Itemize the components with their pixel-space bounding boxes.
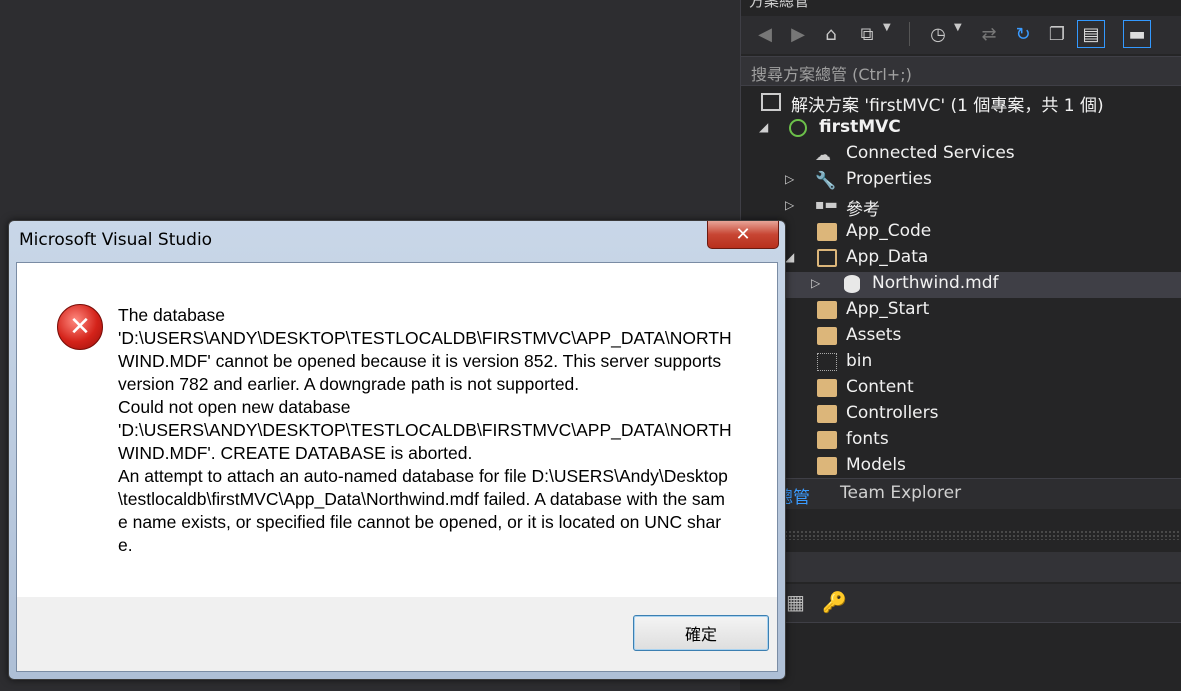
solution-explorer-toolbar: ◀ ▶ ⌂ ⧉ ▼ ◷ ▼ ⇄ ↻ ❐ ▤ ▬ (741, 16, 1181, 54)
folder-icon (817, 223, 837, 241)
sync-icon[interactable]: ⇄ (975, 20, 1003, 48)
chevron-down-icon[interactable]: ▼ (883, 22, 891, 33)
dialog-title: Microsoft Visual Studio (19, 230, 213, 250)
tree-item-references[interactable]: ▷ ▪▬ 參考 (741, 194, 1181, 220)
properties-grid (740, 622, 1181, 691)
folder-icon (817, 301, 837, 319)
pending-changes-filter-icon[interactable]: ◷ (924, 20, 952, 48)
tree-item-northwind-mdf[interactable]: ▷ Northwind.mdf (741, 272, 1181, 298)
forward-icon[interactable]: ▶ (784, 20, 812, 48)
dialog-content: ✕ The database 'D:\USERS\ANDY\DESKTOP\TE… (16, 262, 778, 672)
tree-item-content[interactable]: Content (741, 376, 1181, 402)
folder-icon (817, 379, 837, 397)
close-button[interactable]: ✕ (707, 221, 779, 249)
error-dialog: Microsoft Visual Studio ✕ ✕ The database… (8, 220, 786, 680)
folder-icon (817, 431, 837, 449)
tree-item-solution[interactable]: 解決方案 'firstMVC' (1 個專案，共 1 個) (741, 90, 1181, 116)
properties-header (740, 552, 1181, 582)
chevron-down-icon[interactable]: ▼ (954, 22, 962, 33)
search-input[interactable]: 搜尋方案總管 (Ctrl+;) (751, 61, 912, 85)
tree-item-app-code[interactable]: App_Code (741, 220, 1181, 246)
show-all-files-icon[interactable]: ▤ (1077, 20, 1105, 48)
collapsed-arrow-icon[interactable]: ▷ (811, 276, 820, 290)
tree-item-assets[interactable]: Assets (741, 324, 1181, 350)
properties-icon[interactable]: ▬ (1123, 20, 1151, 48)
tree-item-project[interactable]: ◢ firstMVC (741, 116, 1181, 142)
property-pages-icon[interactable]: ▦ (786, 590, 805, 614)
ok-button[interactable]: 確定 (633, 615, 769, 651)
pane-title: 方案總管 (749, 0, 810, 10)
tree-item-models[interactable]: Models (741, 454, 1181, 480)
expanded-arrow-icon[interactable]: ◢ (785, 250, 794, 264)
collapsed-arrow-icon[interactable]: ▷ (785, 198, 794, 212)
database-icon (844, 275, 860, 293)
wrench-icon: 🔧 (815, 171, 837, 191)
collapsed-arrow-icon[interactable]: ▷ (785, 172, 794, 186)
references-icon: ▪▬ (815, 197, 838, 213)
splitter-grip[interactable] (740, 530, 1181, 540)
toolbar-separator (909, 22, 910, 46)
back-icon[interactable]: ◀ (751, 20, 779, 48)
web-project-icon (789, 119, 807, 137)
tree-item-controllers[interactable]: Controllers (741, 402, 1181, 428)
tree-item-fonts[interactable]: fonts (741, 428, 1181, 454)
folder-open-icon (817, 249, 837, 267)
collapse-all-icon[interactable]: ❐ (1043, 20, 1071, 48)
folder-icon (817, 405, 837, 423)
error-icon: ✕ (57, 304, 103, 350)
key-icon[interactable]: 🔑 (822, 590, 847, 614)
solution-icon (761, 93, 781, 111)
expanded-arrow-icon[interactable]: ◢ (759, 120, 768, 134)
tree-item-properties[interactable]: ▷ 🔧 Properties (741, 168, 1181, 194)
close-icon: ✕ (735, 224, 751, 245)
folder-icon (817, 327, 837, 345)
tab-team-explorer[interactable]: Team Explorer (840, 483, 961, 503)
error-message: The database 'D:\USERS\ANDY\DESKTOP\TEST… (118, 305, 732, 555)
tree-item-connected-services[interactable]: ☁ Connected Services (741, 142, 1181, 168)
switch-views-icon[interactable]: ⧉ (853, 20, 881, 48)
bin-folder-icon (817, 353, 837, 371)
search-solution-explorer[interactable]: 搜尋方案總管 (Ctrl+;) (741, 56, 1181, 86)
refresh-icon[interactable]: ↻ (1009, 20, 1037, 48)
tree-item-app-data[interactable]: ◢ App_Data (741, 246, 1181, 272)
tree-item-app-start[interactable]: App_Start (741, 298, 1181, 324)
folder-icon (817, 457, 837, 475)
properties-toolbar: ▦ 🔑 (740, 584, 1181, 622)
tree-item-bin[interactable]: bin (741, 350, 1181, 376)
pane-tabs: 總管 Team Explorer (740, 478, 1181, 509)
cloud-icon: ☁ (815, 145, 831, 164)
home-icon[interactable]: ⌂ (817, 20, 845, 48)
